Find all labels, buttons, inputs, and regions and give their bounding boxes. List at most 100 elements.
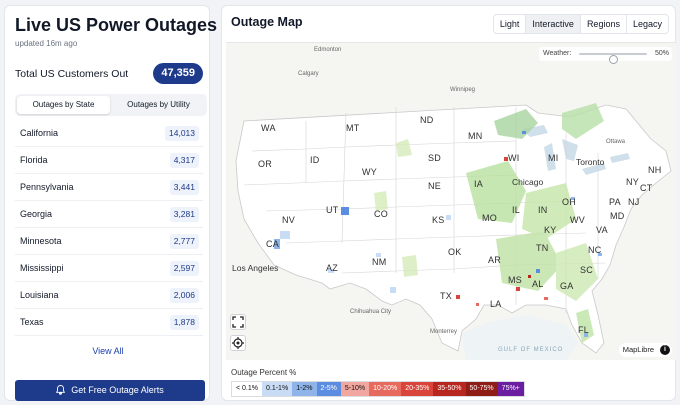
view-interactive[interactable]: Interactive [526,15,581,33]
view-regions[interactable]: Regions [581,15,627,33]
state-row-pennsylvania[interactable]: Pennsylvania 3,441 [15,174,203,201]
state-name: Georgia [20,209,53,219]
state-label-md: MD [610,211,625,221]
locate-button[interactable] [230,335,246,351]
state-label-mo: MO [482,213,498,223]
state-name: Minnesota [20,236,62,246]
state-label-ok: OK [448,247,462,257]
state-outage-count: 3,441 [169,180,199,195]
state-label-co: CO [374,209,389,219]
state-name: Louisiana [20,290,59,300]
bell-icon [56,382,66,403]
city-label-chihuahua: Chihuahua City [350,309,392,315]
state-label-tx: TX [440,291,453,301]
city-label-toronto: Toronto [576,157,605,167]
state-name: Florida [20,155,48,165]
state-list: California 14,013 Florida 4,317 Pennsylv… [15,120,203,336]
state-row-louisiana[interactable]: Louisiana 2,006 [15,282,203,309]
outage-map-panel: Outage Map Light Interactive Regions Leg… [221,5,676,401]
info-icon[interactable]: i [660,345,670,355]
city-label-monterrey: Monterrey [430,329,458,335]
state-label-ky: KY [544,225,557,235]
view-all-link[interactable]: View All [5,346,211,356]
state-label-va: VA [596,225,608,235]
state-outage-count: 14,013 [165,126,199,141]
state-label-id: ID [310,155,320,165]
weather-slider[interactable]: Weather: 50% [539,47,672,64]
updated-timestamp: updated 16m ago [15,39,78,48]
maplibre-attribution[interactable]: MapLibre i [618,343,672,357]
legend-item: 2-5% [316,382,341,396]
state-row-florida[interactable]: Florida 4,317 [15,147,203,174]
state-name: California [20,128,59,138]
legend-item: 0.1-1% [262,382,293,396]
state-label-nd: ND [420,115,434,125]
state-label-wy: WY [362,167,378,177]
state-label-tn: TN [536,243,549,253]
tab-outages-by-utility[interactable]: Outages by Utility [112,96,205,114]
state-label-az: AZ [326,263,339,273]
legend-item: 10-20% [369,382,402,396]
state-outage-count: 2,006 [169,288,199,303]
outage-map[interactable]: Weather: 50% WA MT ND MN OR ID SD WI MI … [226,42,676,360]
state-label-ia: IA [474,179,484,189]
weather-value: 50% [654,50,669,57]
map-title: Outage Map [231,15,303,29]
state-name: Texas [20,317,44,327]
fullscreen-button[interactable] [230,314,246,330]
state-label-sd: SD [428,153,442,163]
state-label-ne: NE [428,181,442,191]
city-label-ottawa: Ottawa [606,139,626,145]
total-label: Total US Customers Out [15,68,129,80]
get-alerts-button[interactable]: Get Free Outage Alerts [15,380,205,401]
weather-slider-track[interactable] [579,53,647,64]
state-label-il: IL [512,205,521,215]
state-outage-count: 2,597 [169,261,199,276]
view-light[interactable]: Light [494,15,527,33]
legend-item: 50-75% [465,382,498,396]
state-label-pa: PA [609,197,621,207]
state-label-mi: MI [548,153,559,163]
state-name: Pennsylvania [20,182,74,192]
state-label-la: LA [490,299,502,309]
legend-item: 5-10% [340,382,370,396]
state-label-ar: AR [488,255,502,265]
page-title: Live US Power Outages [15,15,218,35]
alert-button-label: Get Free Outage Alerts [71,385,164,395]
state-label-nm: NM [372,257,387,267]
state-label-or: OR [258,159,273,169]
state-label-ny: NY [626,177,640,187]
legend-item: < 0.1% [232,382,262,396]
state-label-ca: CA [266,239,280,249]
state-label-ut: UT [326,205,339,215]
map-view-switcher: Light Interactive Regions Legacy [492,14,669,34]
total-count-badge: 47,359 [153,63,203,84]
tab-outages-by-state[interactable]: Outages by State [17,96,110,114]
state-label-fl: FL [578,325,590,335]
state-label-nc: NC [588,245,602,255]
state-row-california[interactable]: California 14,013 [15,120,203,147]
view-legacy[interactable]: Legacy [627,15,668,33]
legend-item: 75%+ [497,382,524,396]
state-row-texas[interactable]: Texas 1,878 [15,309,203,336]
gulf-of-mexico-label: GULF OF MEXICO [498,347,564,353]
state-label-nh: NH [648,165,662,175]
city-label-winnipeg: Winnipeg [450,87,476,93]
weather-slider-handle[interactable] [609,55,618,64]
state-label-sc: SC [580,265,594,275]
city-label-calgary: Calgary [298,71,319,77]
state-label-mn: MN [468,131,483,141]
state-row-mississippi[interactable]: Mississippi 2,597 [15,255,203,282]
state-outage-count: 3,281 [169,207,199,222]
city-label-los-angeles: Los Angeles [232,263,279,273]
weather-label: Weather: [543,50,572,57]
city-label-chicago: Chicago [512,177,544,187]
state-row-minnesota[interactable]: Minnesota 2,777 [15,228,203,255]
state-row-georgia[interactable]: Georgia 3,281 [15,201,203,228]
outage-summary-panel: Live US Power Outages updated 16m ago To… [4,5,217,401]
state-label-nj: NJ [628,197,640,207]
state-label-ms: MS [508,275,523,285]
attribution-label: MapLibre [622,345,654,354]
state-label-al: AL [532,279,544,289]
total-customers-row: Total US Customers Out 47,359 [15,63,203,85]
